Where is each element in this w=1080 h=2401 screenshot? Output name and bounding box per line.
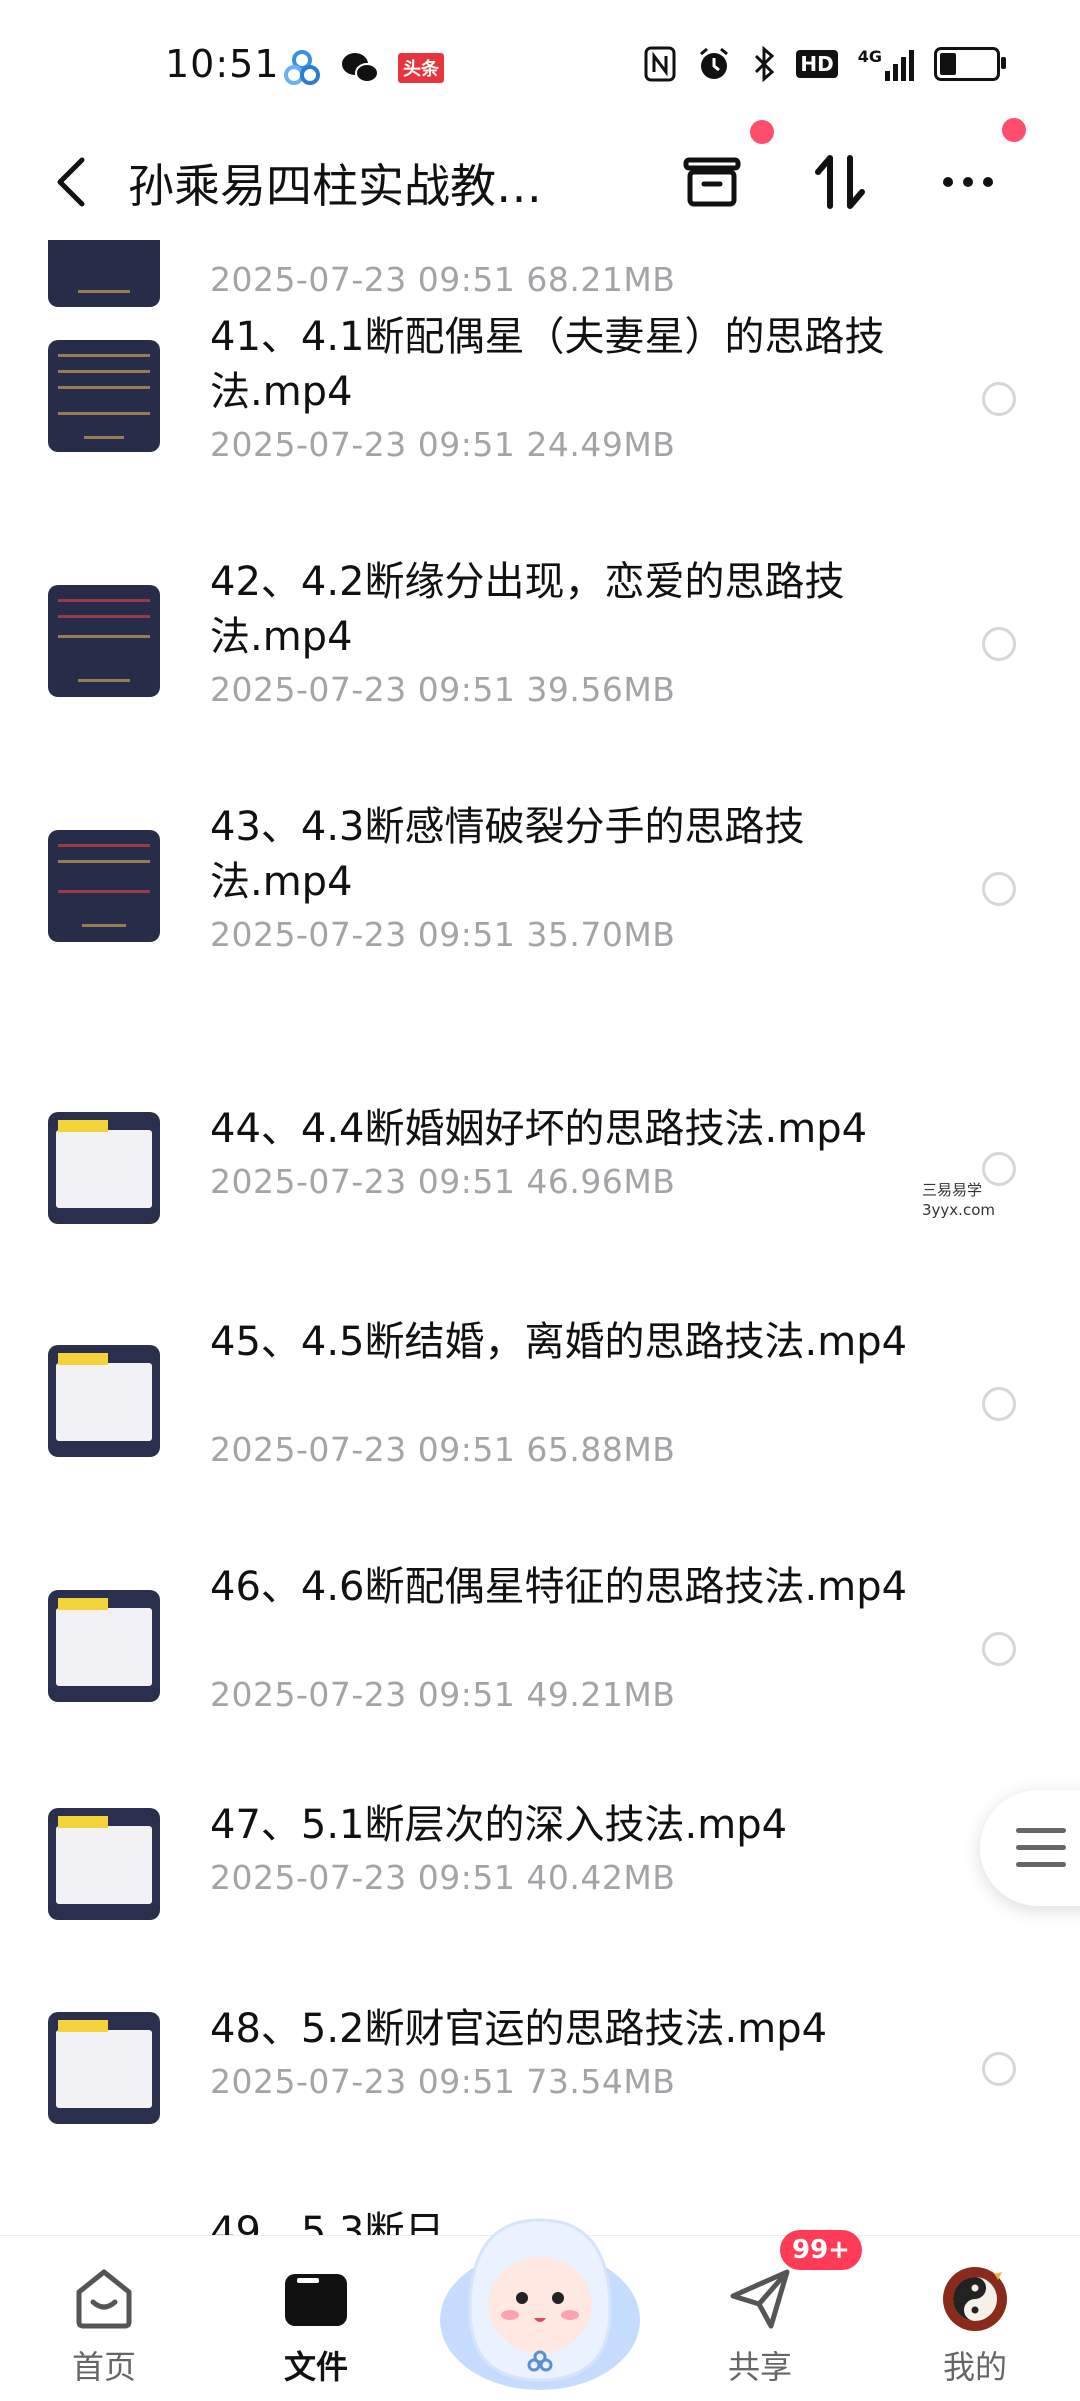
watermark: 三易易学 3yyx.com bbox=[922, 1180, 995, 1220]
file-meta: 2025-07-23 09:51 24.49MB bbox=[210, 425, 676, 464]
file-name: 42、4.2断缘分出现，恋爱的思路技法.mp4 bbox=[210, 559, 845, 660]
video-thumbnail bbox=[48, 1808, 160, 1920]
tab-label: 首页 bbox=[71, 2348, 136, 2386]
select-checkbox[interactable] bbox=[982, 872, 1016, 906]
file-meta: 2025-07-23 09:51 39.56MB bbox=[210, 670, 676, 709]
battery-level bbox=[940, 53, 956, 75]
file-meta: 2025-07-23 09:51 73.54MB bbox=[210, 2062, 676, 2101]
watermark-line: 3yyx.com bbox=[922, 1201, 995, 1219]
mascot-icon[interactable] bbox=[430, 2180, 650, 2400]
video-thumbnail bbox=[48, 240, 160, 307]
home-icon bbox=[76, 2269, 132, 2329]
hd-icon: HD bbox=[796, 50, 838, 78]
video-thumbnail bbox=[48, 340, 160, 452]
file-list: 2025-07-23 09:51 68.21MB 41、4.1断配偶星（夫妻星）… bbox=[0, 240, 1080, 2235]
video-thumbnail bbox=[48, 1345, 160, 1457]
status-time: 10:51 bbox=[165, 42, 280, 86]
wechat-icon bbox=[342, 53, 379, 83]
select-checkbox[interactable] bbox=[982, 1632, 1016, 1666]
file-meta: 2025-07-23 09:51 35.70MB bbox=[210, 915, 676, 954]
more-notification-dot bbox=[1002, 118, 1026, 142]
select-checkbox[interactable] bbox=[982, 2052, 1016, 2086]
file-name: 46、4.6断配偶星特征的思路技法.mp4 bbox=[210, 1564, 908, 1610]
watermark-line: 三易易学 bbox=[922, 1181, 983, 1199]
file-name: 47、5.1断层次的深入技法.mp4 bbox=[210, 1802, 788, 1848]
video-thumbnail bbox=[48, 1112, 160, 1224]
avatar-icon bbox=[943, 2266, 1007, 2331]
folder-icon bbox=[285, 2274, 347, 2326]
video-thumbnail bbox=[48, 830, 160, 942]
tab-label: 共享 bbox=[727, 2348, 792, 2386]
notification-icons: 头条 bbox=[282, 48, 444, 88]
file-meta: 2025-07-23 09:51 46.96MB bbox=[210, 1162, 676, 1201]
tab-label: 我的 bbox=[942, 2348, 1007, 2386]
sort-icon[interactable] bbox=[808, 150, 872, 214]
tab-profile[interactable]: 我的 bbox=[905, 2236, 1045, 2401]
archive-notification-dot bbox=[750, 120, 774, 144]
tab-home[interactable]: 首页 bbox=[34, 2236, 174, 2401]
app-icon bbox=[284, 50, 320, 85]
select-checkbox[interactable] bbox=[982, 627, 1016, 661]
share-icon bbox=[730, 2269, 790, 2329]
file-meta: 2025-07-23 09:51 65.88MB bbox=[210, 1430, 676, 1469]
bluetooth-icon bbox=[755, 46, 775, 82]
toutiao-icon: 头条 bbox=[398, 53, 444, 83]
network-label: 4G bbox=[857, 47, 882, 66]
nfc-icon bbox=[644, 46, 676, 82]
file-name: 45、4.5断结婚，离婚的思路技法.mp4 bbox=[210, 1319, 908, 1365]
more-icon[interactable] bbox=[936, 150, 1000, 214]
file-meta: 2025-07-23 09:51 68.21MB bbox=[210, 260, 676, 299]
system-icons: HD 4G bbox=[644, 46, 1006, 82]
file-meta: 2025-07-23 09:51 40.42MB bbox=[210, 1858, 676, 1897]
alarm-icon bbox=[700, 47, 729, 79]
video-thumbnail bbox=[48, 1590, 160, 1702]
video-thumbnail bbox=[48, 2012, 160, 2124]
status-bar: 10:51 头条 HD 4G bbox=[0, 0, 1080, 140]
file-name: 43、4.3断感情破裂分手的思路技法.mp4 bbox=[210, 804, 805, 905]
top-nav: 孙乘易四柱实战教… bbox=[0, 118, 1080, 240]
tab-files[interactable]: 文件 bbox=[246, 2236, 386, 2401]
tab-label: 文件 bbox=[283, 2348, 348, 2386]
signal-4g-icon: 4G bbox=[858, 47, 914, 81]
archive-icon[interactable] bbox=[680, 150, 744, 214]
file-name: 44、4.4断婚姻好坏的思路技法.mp4 bbox=[210, 1106, 868, 1152]
back-icon[interactable] bbox=[48, 154, 96, 210]
battery-icon bbox=[934, 47, 1006, 81]
page-title: 孙乘易四柱实战教… bbox=[128, 159, 542, 213]
hd-label: HD bbox=[800, 52, 834, 76]
file-name: 41、4.1断配偶星（夫妻星）的思路技法.mp4 bbox=[210, 314, 885, 415]
share-badge: 99+ bbox=[780, 2230, 862, 2270]
file-meta: 2025-07-23 09:51 49.21MB bbox=[210, 1675, 676, 1714]
select-checkbox[interactable] bbox=[982, 382, 1016, 416]
select-checkbox[interactable] bbox=[982, 1387, 1016, 1421]
toutiao-label: 头条 bbox=[403, 59, 439, 80]
video-thumbnail bbox=[48, 585, 160, 697]
file-name: 48、5.2断财官运的思路技法.mp4 bbox=[210, 2006, 828, 2052]
